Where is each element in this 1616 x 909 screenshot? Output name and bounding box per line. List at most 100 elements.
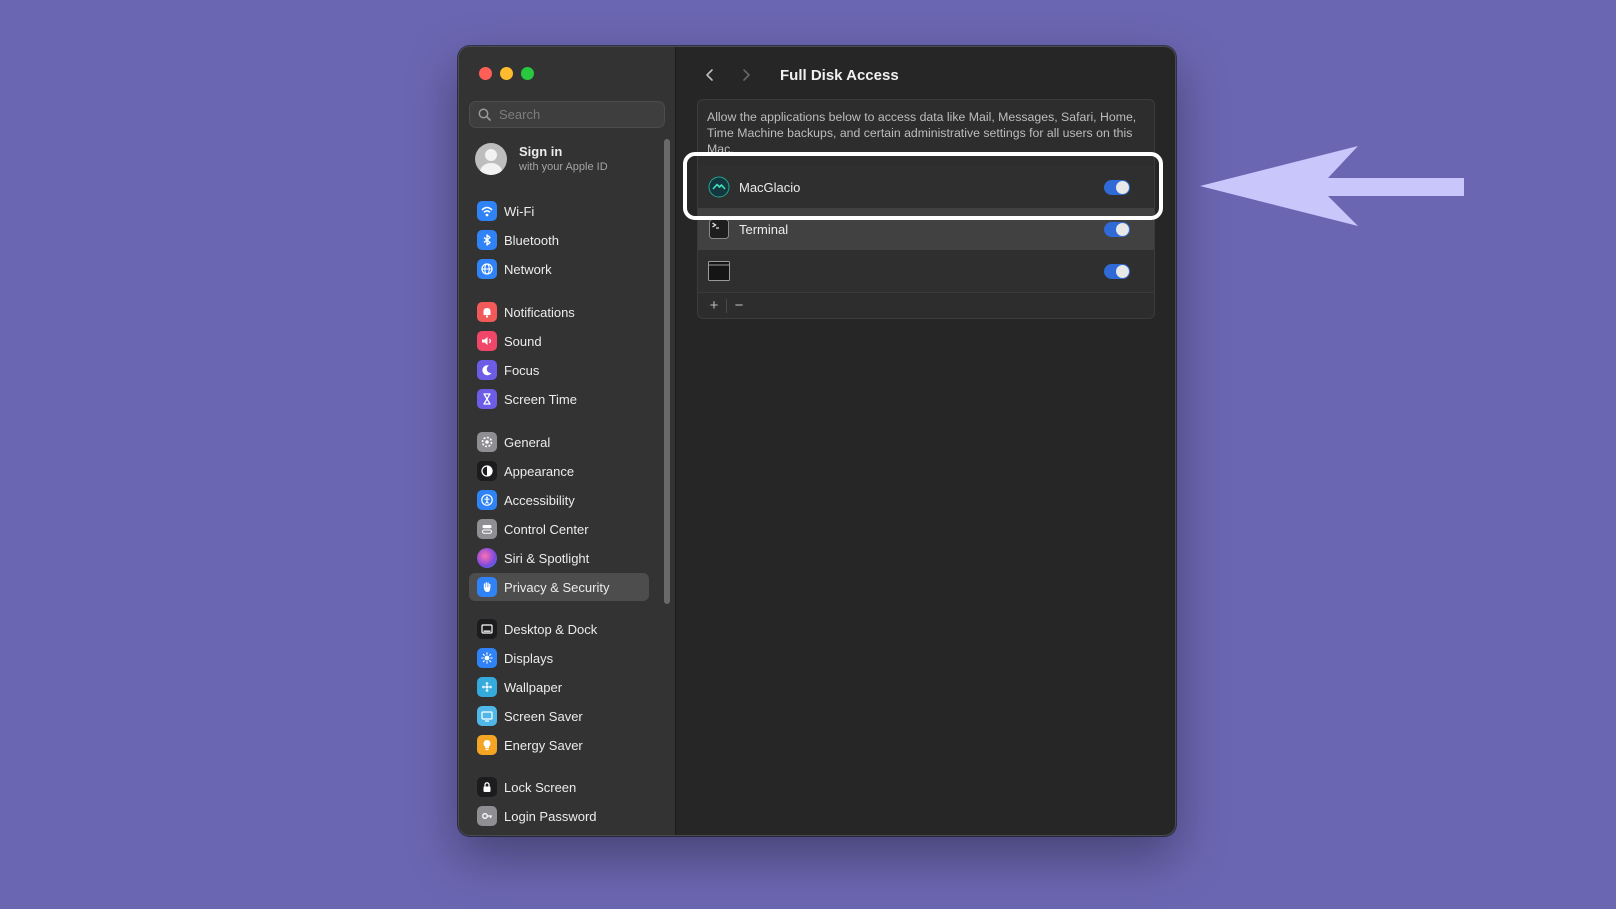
- sidebar-item-label: Desktop & Dock: [504, 621, 598, 637]
- avatar: [475, 143, 507, 175]
- sidebar-item-focus[interactable]: Focus: [469, 356, 649, 384]
- sidebar-item-screen-time[interactable]: Screen Time: [469, 385, 649, 413]
- sidebar-item-label: Wi-Fi: [504, 203, 535, 219]
- app-name: MacGlacio: [739, 179, 801, 195]
- annotation-arrow-icon: [1200, 146, 1464, 226]
- account-subtitle: with your Apple ID: [519, 161, 608, 173]
- control-center-icon: [477, 519, 497, 539]
- sidebar-item-label: Lock Screen: [504, 779, 577, 795]
- terminal-access-toggle[interactable]: [1104, 221, 1130, 237]
- accessibility-icon: [477, 490, 497, 510]
- sidebar-item-label: General: [504, 434, 551, 450]
- macglacio-icon: [708, 176, 730, 198]
- chevron-right-icon: [743, 69, 750, 81]
- search-icon: [478, 108, 491, 121]
- screensaver-icon: [477, 706, 497, 726]
- toolbar: Full Disk Access: [698, 63, 899, 87]
- unnamed-app-access-toggle[interactable]: [1104, 263, 1130, 279]
- back-button[interactable]: [698, 63, 722, 87]
- app-row-macglacio[interactable]: MacGlacio: [698, 166, 1154, 208]
- terminal-icon: [708, 218, 730, 240]
- sidebar-item-label: Siri & Spotlight: [504, 550, 590, 566]
- sidebar-item-label: Appearance: [504, 463, 575, 479]
- wifi-icon: [477, 201, 497, 221]
- bulb-icon: [477, 735, 497, 755]
- sidebar-item-label: Focus: [504, 362, 540, 378]
- system-settings-window: Sign in with your Apple ID Wi-Fi Bluetoo…: [458, 46, 1176, 836]
- panel-footer: + −: [698, 292, 1154, 318]
- sidebar-item-label: Energy Saver: [504, 737, 583, 753]
- moon-icon: [477, 360, 497, 380]
- sidebar-item-energy-saver[interactable]: Energy Saver: [469, 731, 649, 759]
- close-window-button[interactable]: [479, 67, 492, 80]
- sidebar-item-displays[interactable]: Displays: [469, 644, 649, 672]
- speaker-icon: [477, 331, 497, 351]
- footer-divider: [726, 298, 727, 313]
- sidebar-scrollbar[interactable]: [664, 139, 670, 604]
- siri-icon: [477, 548, 497, 568]
- sidebar-item-label: Login Password: [504, 808, 597, 824]
- sidebar-item-general[interactable]: General: [469, 428, 649, 456]
- lock-icon: [477, 777, 497, 797]
- sidebar-item-wifi[interactable]: Wi-Fi: [469, 197, 649, 225]
- sidebar-item-label: Wallpaper: [504, 679, 563, 695]
- minimize-window-button[interactable]: [500, 67, 513, 80]
- sidebar-item-screen-saver[interactable]: Screen Saver: [469, 702, 649, 730]
- sidebar-item-label: Displays: [504, 650, 554, 666]
- hourglass-icon: [477, 389, 497, 409]
- sidebar-item-siri-spotlight[interactable]: Siri & Spotlight: [469, 544, 649, 572]
- panel-description: Allow the applications below to access d…: [707, 110, 1137, 153]
- appearance-icon: [477, 461, 497, 481]
- search-input[interactable]: [497, 106, 651, 123]
- window-app-icon: [708, 260, 730, 282]
- sidebar-item-lock-screen[interactable]: Lock Screen: [469, 773, 649, 801]
- remove-app-button[interactable]: −: [729, 296, 749, 316]
- wallpaper-icon: [477, 677, 497, 697]
- sidebar-item-label: Bluetooth: [504, 232, 559, 248]
- sidebar-item-sound[interactable]: Sound: [469, 327, 649, 355]
- sidebar-item-bluetooth[interactable]: Bluetooth: [469, 226, 649, 254]
- content-pane: Full Disk Access Allow the applications …: [676, 47, 1175, 835]
- app-row-unnamed[interactable]: [698, 250, 1154, 292]
- sidebar-item-privacy-security[interactable]: Privacy & Security: [469, 573, 649, 601]
- sidebar-item-label: Screen Time: [504, 391, 577, 407]
- sidebar-item-notifications[interactable]: Notifications: [469, 298, 649, 326]
- key-icon: [477, 806, 497, 826]
- sidebar-item-label: Sound: [504, 333, 542, 349]
- account-title: Sign in: [519, 144, 563, 159]
- add-app-button[interactable]: +: [704, 296, 724, 316]
- account-text: Sign in with your Apple ID: [519, 144, 608, 174]
- gear-icon: [477, 432, 497, 452]
- dock-icon: [477, 619, 497, 639]
- full-disk-access-panel: Allow the applications below to access d…: [697, 99, 1155, 319]
- sidebar: Sign in with your Apple ID Wi-Fi Bluetoo…: [459, 47, 676, 835]
- search-box[interactable]: [469, 101, 665, 128]
- globe-icon: [477, 259, 497, 279]
- forward-button[interactable]: [734, 63, 758, 87]
- chevron-left-icon: [706, 69, 713, 81]
- bluetooth-icon: [477, 230, 497, 250]
- sidebar-item-label: Network: [504, 261, 552, 277]
- sidebar-item-network[interactable]: Network: [469, 255, 649, 283]
- sidebar-item-label: Control Center: [504, 521, 589, 537]
- sidebar-item-control-center[interactable]: Control Center: [469, 515, 649, 543]
- macglacio-access-toggle[interactable]: [1104, 179, 1130, 195]
- page-title: Full Disk Access: [780, 66, 899, 84]
- hand-icon: [477, 577, 497, 597]
- sidebar-item-label: Notifications: [504, 304, 575, 320]
- sidebar-item-accessibility[interactable]: Accessibility: [469, 486, 649, 514]
- sidebar-item-wallpaper[interactable]: Wallpaper: [469, 673, 649, 701]
- maximize-window-button[interactable]: [521, 67, 534, 80]
- sidebar-item-appearance[interactable]: Appearance: [469, 457, 649, 485]
- sidebar-item-desktop-dock[interactable]: Desktop & Dock: [469, 615, 649, 643]
- sidebar-item-label: Accessibility: [504, 492, 575, 508]
- sidebar-item-label: Privacy & Security: [504, 579, 610, 595]
- sidebar-item-label: Screen Saver: [504, 708, 583, 724]
- bell-icon: [477, 302, 497, 322]
- window-controls: [479, 67, 534, 80]
- sidebar-item-login-password[interactable]: Login Password: [469, 802, 649, 830]
- apple-id-signin[interactable]: Sign in with your Apple ID: [475, 143, 608, 175]
- app-row-terminal[interactable]: Terminal: [698, 208, 1154, 250]
- sun-icon: [477, 648, 497, 668]
- app-name: Terminal: [739, 221, 789, 237]
